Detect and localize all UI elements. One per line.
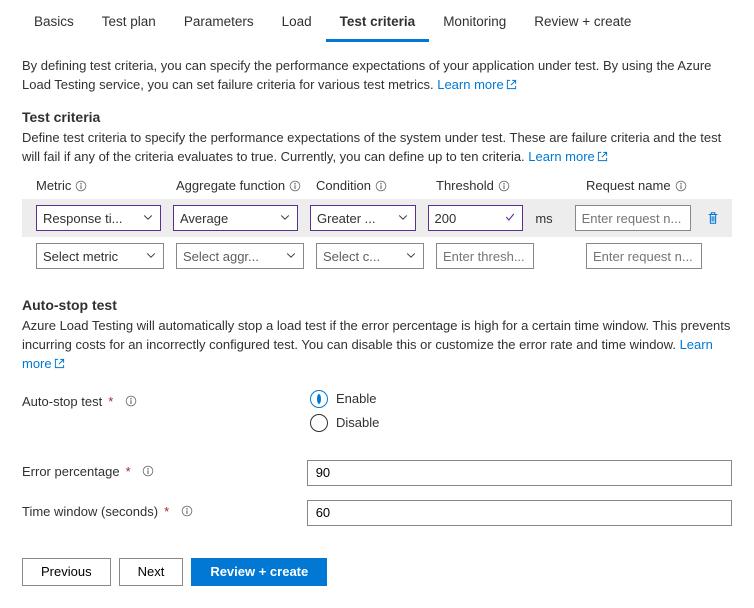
check-icon	[504, 211, 516, 226]
trash-icon	[706, 211, 720, 225]
review-create-button[interactable]: Review + create	[191, 558, 327, 586]
info-icon[interactable]	[375, 180, 387, 192]
footer-buttons: Previous Next Review + create	[0, 544, 754, 608]
test-criteria-desc: Define test criteria to specify the perf…	[22, 129, 732, 167]
metric-select[interactable]: Select metric	[36, 243, 164, 269]
tab-basics[interactable]: Basics	[20, 6, 88, 42]
autostop-disable-radio[interactable]: Disable	[310, 414, 379, 432]
autostop-desc: Azure Load Testing will automatically st…	[22, 317, 732, 374]
test-criteria-heading: Test criteria	[22, 109, 732, 125]
radio-icon	[310, 414, 328, 432]
condition-select[interactable]: Greater ...	[310, 205, 416, 231]
chevron-down-icon	[145, 249, 157, 264]
header-metric: Metric	[36, 178, 164, 193]
chevron-down-icon	[142, 211, 154, 226]
info-icon[interactable]	[498, 180, 510, 192]
radio-icon	[310, 390, 328, 408]
time-window-label: Time window (seconds)*	[22, 500, 307, 519]
tab-monitoring[interactable]: Monitoring	[429, 6, 520, 42]
info-icon[interactable]	[75, 180, 87, 192]
chevron-down-icon	[405, 249, 417, 264]
delete-row-button[interactable]	[703, 207, 724, 229]
threshold-input[interactable]: 200	[428, 205, 524, 231]
criteria-header-row: Metric Aggregate function Condition Thre…	[22, 178, 732, 199]
request-name-input[interactable]	[575, 205, 691, 231]
chevron-down-icon	[279, 211, 291, 226]
autostop-enable-radio[interactable]: Enable	[310, 390, 379, 408]
criteria-row: Response ti... Average Greater ... 200 m…	[22, 199, 732, 237]
info-icon[interactable]	[125, 395, 137, 407]
metric-select[interactable]: Response ti...	[36, 205, 161, 231]
info-icon[interactable]	[289, 180, 301, 192]
header-threshold: Threshold	[436, 178, 534, 193]
intro-text: By defining test criteria, you can speci…	[22, 57, 732, 95]
autostop-radio-group: Enable Disable	[310, 390, 379, 432]
tab-review-create[interactable]: Review + create	[520, 6, 645, 42]
aggregate-select[interactable]: Select aggr...	[176, 243, 304, 269]
header-request-name: Request name	[586, 178, 702, 193]
autostop-heading: Auto-stop test	[22, 297, 732, 313]
info-icon[interactable]	[675, 180, 687, 192]
tab-bar: Basics Test plan Parameters Load Test cr…	[0, 0, 754, 43]
request-name-input[interactable]	[586, 243, 702, 269]
time-window-input[interactable]	[307, 500, 732, 526]
tab-test-plan[interactable]: Test plan	[88, 6, 170, 42]
autostop-label: Auto-stop test*	[22, 390, 310, 409]
chevron-down-icon	[397, 211, 409, 226]
criteria-row: Select metric Select aggr... Select c...	[22, 237, 732, 275]
info-icon[interactable]	[142, 465, 154, 477]
chevron-down-icon	[285, 249, 297, 264]
error-percentage-label: Error percentage*	[22, 460, 307, 479]
intro-learn-more-link[interactable]: Learn more	[437, 77, 516, 92]
previous-button[interactable]: Previous	[22, 558, 111, 586]
tab-parameters[interactable]: Parameters	[170, 6, 268, 42]
header-condition: Condition	[316, 178, 424, 193]
info-icon[interactable]	[181, 505, 193, 517]
next-button[interactable]: Next	[119, 558, 184, 586]
threshold-unit: ms	[535, 211, 562, 226]
header-aggregate: Aggregate function	[176, 178, 304, 193]
tab-load[interactable]: Load	[268, 6, 326, 42]
error-percentage-input[interactable]	[307, 460, 732, 486]
aggregate-select[interactable]: Average	[173, 205, 298, 231]
criteria-learn-more-link[interactable]: Learn more	[528, 149, 607, 164]
threshold-input[interactable]	[436, 243, 534, 269]
tab-test-criteria[interactable]: Test criteria	[326, 6, 430, 42]
condition-select[interactable]: Select c...	[316, 243, 424, 269]
